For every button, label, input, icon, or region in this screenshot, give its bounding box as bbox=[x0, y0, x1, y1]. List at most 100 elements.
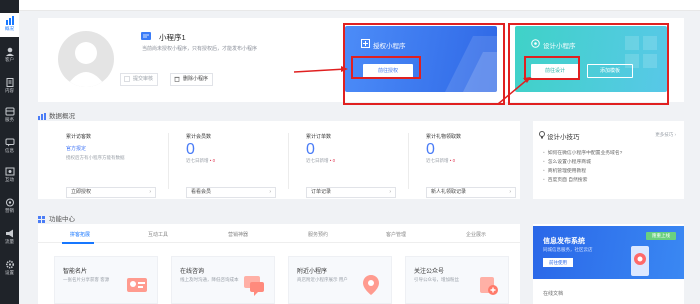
gear-icon bbox=[5, 260, 14, 269]
stat-visitors: 累计访客数 官方报定 授权后方有小程序方能有数据 立即授权 › bbox=[66, 133, 166, 198]
gift-records-label: 新人礼领取记录 bbox=[431, 189, 467, 195]
interact-icon bbox=[5, 167, 14, 176]
tips-panel: 设计小技巧 更多技巧 › 如何在微信小程序中配置业务域名? 怎么设置小程序商城 … bbox=[533, 121, 684, 199]
stats-icon bbox=[38, 112, 46, 120]
delete-app-label: 删除小程序 bbox=[183, 76, 209, 82]
tab-booking[interactable]: 服务预约 bbox=[308, 231, 328, 238]
sidebar-item-messages[interactable]: 信息 bbox=[0, 135, 19, 159]
app-name: 小程序1 bbox=[159, 33, 186, 42]
check-icon bbox=[124, 76, 130, 82]
tip-item[interactable]: 如何在微信小程序中配置业务域名? bbox=[543, 149, 623, 158]
sidebar-item-content[interactable]: 内容 bbox=[0, 75, 19, 99]
divider bbox=[168, 133, 169, 189]
order-records-button[interactable]: 订单记录 › bbox=[306, 187, 396, 198]
tips-title: 设计小技巧 bbox=[547, 134, 580, 141]
divider bbox=[408, 133, 409, 189]
stat-value: 0 bbox=[186, 141, 195, 158]
feature-card-business-card[interactable]: 智能名片 一张名片分享获客 客源 bbox=[54, 256, 158, 304]
delete-app-button[interactable]: 删除小程序 bbox=[170, 73, 214, 86]
banner-button[interactable]: 前往使用 bbox=[543, 258, 573, 267]
stat-label: 累计订单数 bbox=[306, 134, 332, 140]
sidebar-item-overview[interactable]: 概况 bbox=[0, 13, 19, 37]
stat-orders: 累计订单数 0 近七日新增 • 0 订单记录 › bbox=[306, 133, 406, 198]
grid-icon bbox=[38, 215, 45, 223]
sidebar-item-label: 互动 bbox=[5, 177, 14, 182]
feature-desc: 线上及时沟通，降低咨询成本 bbox=[180, 277, 239, 282]
sidebar-item-label: 内容 bbox=[5, 88, 14, 93]
chart-icon bbox=[5, 16, 14, 25]
user-icon bbox=[5, 47, 14, 56]
stat-note: 授权后方有小程序方能有数据 bbox=[66, 155, 125, 160]
sidebar-item-label: 设置 bbox=[5, 270, 14, 275]
features-panel: 拼客拓展 互动工具 营销神器 服务预约 客户管理 企业展示 智能名片 一张名片分… bbox=[38, 224, 520, 304]
chat-icon bbox=[244, 276, 264, 296]
location-pin-icon bbox=[363, 275, 379, 295]
order-records-label: 订单记录 bbox=[311, 189, 332, 195]
phone-illustration-icon bbox=[631, 246, 649, 276]
feature-card-nearby[interactable]: 附近小程序 商店附近小程序展示 用户 bbox=[288, 256, 392, 304]
feature-title: 在线咨询 bbox=[180, 269, 205, 275]
file-icon bbox=[6, 78, 13, 87]
sidebar-item-settings[interactable]: 设置 bbox=[0, 257, 19, 281]
sidebar-item-marketing[interactable]: 营销 bbox=[0, 195, 19, 219]
authorize-now-label: 立即授权 bbox=[71, 189, 92, 195]
stat-label: 累计礼物领取数 bbox=[426, 134, 462, 140]
more-tips-link[interactable]: 更多技巧 › bbox=[655, 132, 676, 138]
message-icon bbox=[5, 138, 14, 147]
stat-link[interactable]: 官方报定 bbox=[66, 145, 166, 152]
stat-value: 0 bbox=[306, 141, 315, 158]
docs-link[interactable]: 在线文档 bbox=[543, 290, 563, 297]
trash-icon bbox=[174, 76, 180, 82]
feature-tabs: 拼客拓展 互动工具 营销神器 服务预约 客户管理 企业展示 bbox=[38, 231, 520, 243]
sidebar-item-label: 服务 bbox=[5, 117, 14, 122]
tab-customers[interactable]: 客户管理 bbox=[386, 231, 406, 238]
sidebar-item-label: 概况 bbox=[5, 26, 14, 31]
submit-review-button[interactable]: 提交审核 bbox=[120, 73, 159, 86]
stats-panel: 累计访客数 官方报定 授权后方有小程序方能有数据 立即授权 › 累计会员数 0 近… bbox=[38, 121, 520, 199]
service-icon bbox=[5, 107, 14, 116]
tab-marketing[interactable]: 营销神器 bbox=[228, 231, 248, 238]
top-bar bbox=[19, 0, 700, 11]
view-members-label: 看看会员 bbox=[191, 189, 212, 195]
sidebar-item-label: 客户 bbox=[5, 57, 14, 62]
feature-desc: 引导公众号，增加粉丝 bbox=[414, 277, 459, 282]
sidebar-item-traffic[interactable]: 流量 bbox=[0, 226, 19, 250]
features-section-title: 功能中心 bbox=[38, 213, 75, 223]
feature-desc: 一张名片分享获客 客源 bbox=[63, 277, 110, 282]
business-card-icon bbox=[127, 278, 147, 292]
banner-title: 信息发布系统 bbox=[543, 238, 585, 245]
info-system-banner[interactable]: 信息发布系统 同城信息服务，社区云店 前往使用 隆重上线 bbox=[533, 226, 684, 279]
stat-members: 累计会员数 0 近七日新增 • 0 看看会员 › bbox=[186, 133, 286, 198]
tab-expand[interactable]: 拼客拓展 bbox=[70, 231, 90, 238]
launch-badge: 隆重上线 bbox=[646, 232, 676, 240]
tip-item[interactable]: 百度页面 自然搜索 bbox=[543, 176, 622, 185]
tip-item[interactable]: 商机管理使用教程 bbox=[543, 167, 622, 176]
sidebar: 概况 客户 内容 服务 信息 互动 营销 流量 设置 bbox=[0, 0, 19, 304]
app-description: 当前尚未授权小程序，只有授权后，才能发布小程序 bbox=[142, 46, 258, 52]
stat-label: 累计访客数 bbox=[66, 134, 92, 140]
feature-title: 关注公众号 bbox=[414, 269, 445, 275]
feature-card-online-chat[interactable]: 在线咨询 线上及时沟通，降低咨询成本 bbox=[171, 256, 275, 304]
sidebar-item-interact[interactable]: 互动 bbox=[0, 164, 19, 188]
annotation-box-authorize-button bbox=[351, 56, 421, 79]
stats-title: 数据概况 bbox=[49, 113, 75, 120]
authorize-now-button[interactable]: 立即授权 › bbox=[66, 187, 156, 198]
stats-section-title: 数据概况 bbox=[38, 110, 75, 120]
feature-desc: 商店附近小程序展示 用户 bbox=[297, 277, 348, 282]
sidebar-item-label: 流量 bbox=[5, 239, 14, 244]
gift-records-button[interactable]: 新人礼领取记录 › bbox=[426, 187, 516, 198]
sidebar-item-label: 信息 bbox=[5, 148, 14, 153]
view-members-button[interactable]: 看看会员 › bbox=[186, 187, 276, 198]
lightbulb-icon bbox=[539, 131, 545, 139]
sidebar-item-service[interactable]: 服务 bbox=[0, 104, 19, 128]
tab-showcase[interactable]: 企业展示 bbox=[466, 231, 486, 238]
megaphone-icon bbox=[5, 229, 13, 238]
tip-item[interactable]: 怎么设置小程序商城 bbox=[543, 158, 622, 167]
promo-ad-panel: 信息发布系统 同城信息服务，社区云店 前往使用 隆重上线 在线文档 bbox=[533, 224, 684, 304]
follow-icon bbox=[480, 277, 498, 295]
sidebar-item-label: 营销 bbox=[5, 208, 14, 213]
features-title: 功能中心 bbox=[49, 216, 75, 223]
feature-card-follow-account[interactable]: 关注公众号 引导公众号，增加粉丝 bbox=[405, 256, 509, 304]
tab-interact-tools[interactable]: 互动工具 bbox=[148, 231, 168, 238]
sidebar-item-customers[interactable]: 客户 bbox=[0, 44, 19, 68]
